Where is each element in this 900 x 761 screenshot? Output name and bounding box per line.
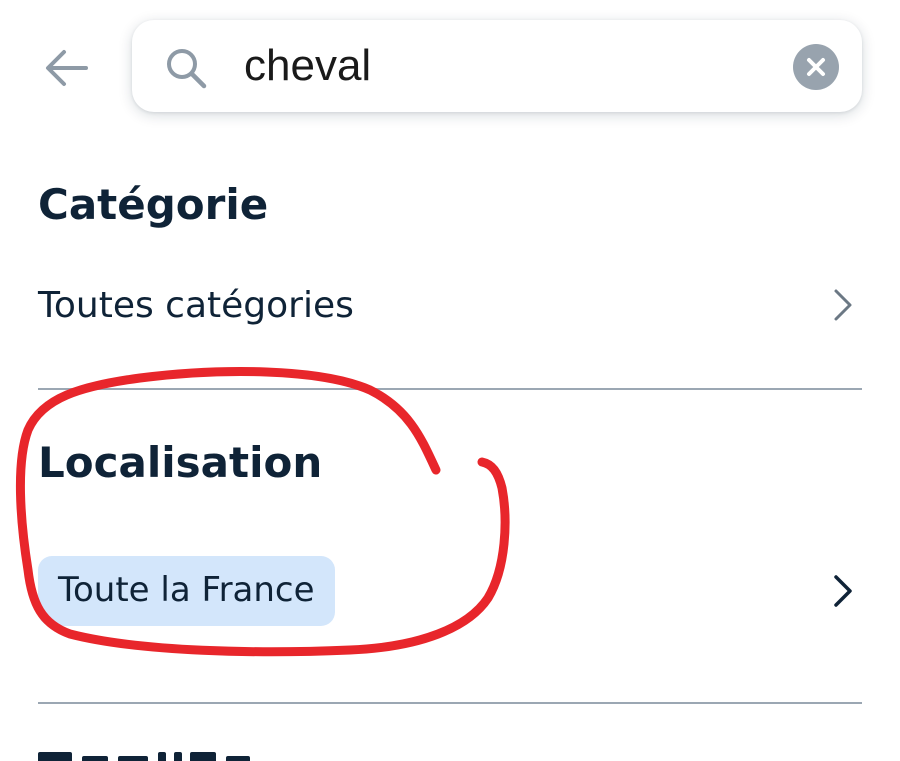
search-input[interactable] [244, 36, 784, 96]
category-value: Toutes catégories [38, 284, 354, 326]
back-button[interactable] [40, 44, 92, 92]
red-annotation-circle [15, 367, 510, 657]
category-row[interactable]: Toutes catégories [38, 270, 862, 340]
search-bar [132, 20, 862, 112]
next-section-title-partial [38, 752, 268, 761]
search-icon [167, 49, 207, 89]
chevron-right-icon [834, 289, 852, 321]
chevron-right-icon [834, 575, 852, 607]
clear-search-button[interactable] [793, 44, 839, 90]
location-chip: Toute la France [38, 556, 335, 626]
clear-icon [807, 58, 825, 76]
location-row[interactable]: Toute la France [38, 556, 862, 626]
category-section-title: Catégorie [38, 180, 269, 229]
arrow-left-icon [46, 50, 88, 86]
location-section-title: Localisation [38, 438, 323, 487]
divider [38, 388, 862, 390]
divider [38, 702, 862, 704]
search-filter-screen: Catégorie Toutes catégories Localisation… [0, 0, 900, 761]
